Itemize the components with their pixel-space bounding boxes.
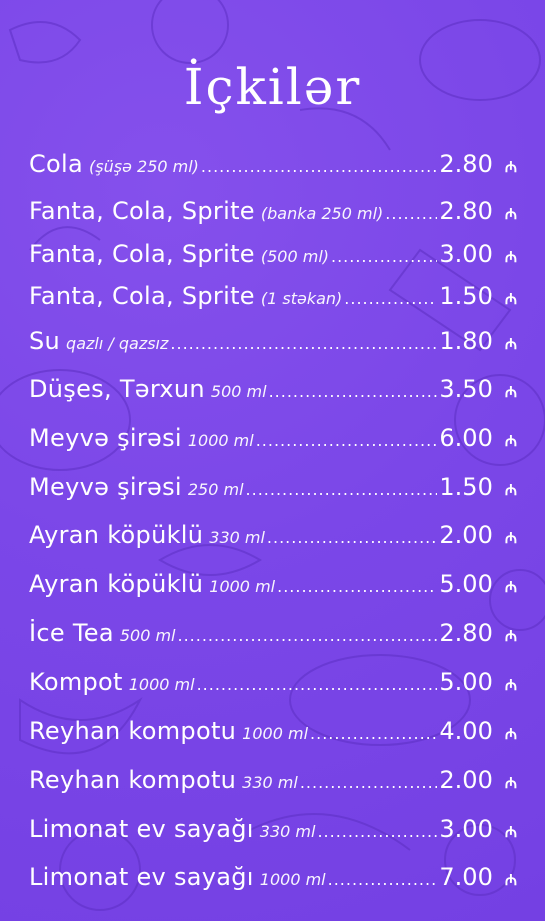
manat-sign-icon: ₼ [504, 248, 517, 266]
manat-sign-icon: ₼ [504, 383, 517, 401]
dot-leader [256, 431, 438, 450]
item-name: Fanta, Cola, Sprite [29, 282, 255, 310]
item-size-note: 500 ml [119, 626, 176, 645]
dot-leader [331, 247, 437, 266]
item-price: 2.80 [439, 150, 493, 178]
dot-leader [170, 334, 437, 353]
dot-leader [277, 577, 437, 596]
item-price: 2.00 [439, 766, 493, 794]
menu-item-row: Fanta, Cola, Sprite (500 ml) 3.00 ₼ [29, 240, 517, 268]
item-size-note: 1000 ml [128, 675, 195, 694]
manat-sign-icon: ₼ [504, 823, 517, 841]
item-name: İce Tea [29, 619, 114, 647]
manat-sign-icon: ₼ [504, 774, 517, 792]
menu-item-row: Ayran köpüklü 1000 ml 5.00 ₼ [29, 570, 517, 598]
menu-item-row: Meyvə şirəsi 1000 ml 6.00 ₼ [29, 424, 517, 452]
manat-sign-icon: ₼ [504, 871, 517, 889]
item-size-note: (şüşə 250 ml) [89, 157, 199, 176]
item-size-note: 330 ml [209, 528, 265, 547]
dot-leader [310, 724, 437, 743]
manat-sign-icon: ₼ [504, 290, 517, 308]
item-size-note: (500 ml) [260, 247, 329, 266]
dot-leader [177, 626, 437, 645]
manat-sign-icon: ₼ [504, 481, 517, 499]
menu-item-row: Reyhan kompotu 330 ml 2.00 ₼ [29, 766, 517, 794]
item-price: 3.00 [439, 815, 493, 843]
item-name: Limonat ev sayağı [29, 863, 254, 891]
item-name: Reyhan kompotu [29, 766, 237, 794]
item-price: 4.00 [439, 717, 493, 745]
dot-leader [317, 822, 437, 841]
item-price: 3.50 [439, 375, 493, 403]
menu-item-row: Cola (şüşə 250 ml) 2.80 ₼ [29, 150, 517, 178]
manat-sign-icon: ₼ [504, 432, 517, 450]
item-name: Fanta, Cola, Sprite [29, 240, 255, 268]
item-size-note: (1 stəkan) [260, 289, 343, 308]
menu-item-row: Kompot 1000 ml 5.00 ₼ [29, 668, 517, 696]
item-size-note: 1000 ml [259, 870, 326, 889]
item-name: Düşes, Tərxun [29, 375, 205, 403]
item-size-note: 330 ml [259, 822, 316, 841]
item-name: Limonat ev sayağı [29, 815, 254, 843]
menu-item-row: Fanta, Cola, Sprite (banka 250 ml) 2.80 ₼ [29, 197, 517, 225]
item-name: Su [29, 327, 61, 355]
item-name: Cola [29, 150, 84, 178]
manat-sign-icon: ₼ [504, 676, 517, 694]
drinks-menu: İçkilər Cola(şüşə 250 ml)2.80₼Fanta, Col… [0, 0, 545, 921]
manat-sign-icon: ₼ [504, 725, 517, 743]
item-price: 5.00 [439, 570, 493, 598]
menu-item-row: Su qazlı / qazsız 1.80 ₼ [29, 327, 517, 355]
item-size-note: 1000 ml [187, 431, 254, 450]
item-price: 2.00 [439, 521, 493, 549]
dot-leader [201, 157, 437, 176]
dot-leader [269, 382, 438, 401]
manat-sign-icon: ₼ [504, 529, 517, 547]
menu-item-row: Reyhan kompotu 1000 ml 4.00 ₼ [29, 717, 517, 745]
dot-leader [246, 480, 438, 499]
item-size-note: qazlı / qazsız [66, 334, 169, 353]
menu-item-row: Meyvə şirəsi 250 ml 1.50 ₼ [29, 473, 517, 501]
menu-item-row: Fanta, Cola, Sprite (1 stəkan) 1.50 ₼ [29, 282, 517, 310]
manat-sign-icon: ₼ [504, 335, 517, 353]
item-name: Fanta, Cola, Sprite [29, 197, 255, 225]
manat-sign-icon: ₼ [504, 578, 517, 596]
item-size-note: 500 ml [210, 382, 267, 401]
item-price: 5.00 [439, 668, 493, 696]
item-name: Kompot [29, 668, 123, 696]
dot-leader [385, 204, 437, 223]
manat-sign-icon: ₼ [504, 627, 517, 645]
menu-item-row: Düşes, Tərxun 500 ml 3.50 ₼ [29, 375, 517, 403]
dot-leader [267, 528, 437, 547]
item-price: 7.00 [439, 863, 493, 891]
menu-item-row: Limonat ev sayağı 1000 ml 7.00 ₼ [29, 863, 517, 891]
item-size-note: 250 ml [187, 480, 244, 499]
menu-title: İçkilər [183, 58, 362, 116]
manat-sign-icon: ₼ [504, 158, 517, 176]
menu-item-row: Ayran köpüklü 330 ml 2.00 ₼ [29, 521, 517, 549]
item-name: Ayran köpüklü [29, 521, 204, 549]
dot-leader [344, 289, 437, 308]
item-name: Meyvə şirəsi [29, 424, 182, 452]
item-price: 3.00 [439, 240, 493, 268]
item-price: 6.00 [439, 424, 493, 452]
item-size-note: (banka 250 ml) [260, 204, 384, 223]
menu-item-row: Limonat ev sayağı 330 ml 3.00 ₼ [29, 815, 517, 843]
item-size-note: 1000 ml [209, 577, 276, 596]
menu-item-row: İce Tea 500 ml 2.80 ₼ [29, 619, 517, 647]
item-price: 2.80 [439, 619, 493, 647]
item-size-note: 330 ml [242, 773, 298, 792]
manat-sign-icon: ₼ [504, 205, 517, 223]
dot-leader [328, 870, 438, 889]
item-price: 2.80 [439, 197, 493, 225]
item-name: Meyvə şirəsi [29, 473, 182, 501]
dot-leader [300, 773, 438, 792]
item-name: Ayran köpüklü [29, 570, 204, 598]
item-name: Reyhan kompotu [29, 717, 237, 745]
item-price: 1.50 [439, 282, 493, 310]
item-price: 1.50 [439, 473, 493, 501]
item-size-note: 1000 ml [242, 724, 309, 743]
item-price: 1.80 [439, 327, 493, 355]
dot-leader [197, 675, 438, 694]
